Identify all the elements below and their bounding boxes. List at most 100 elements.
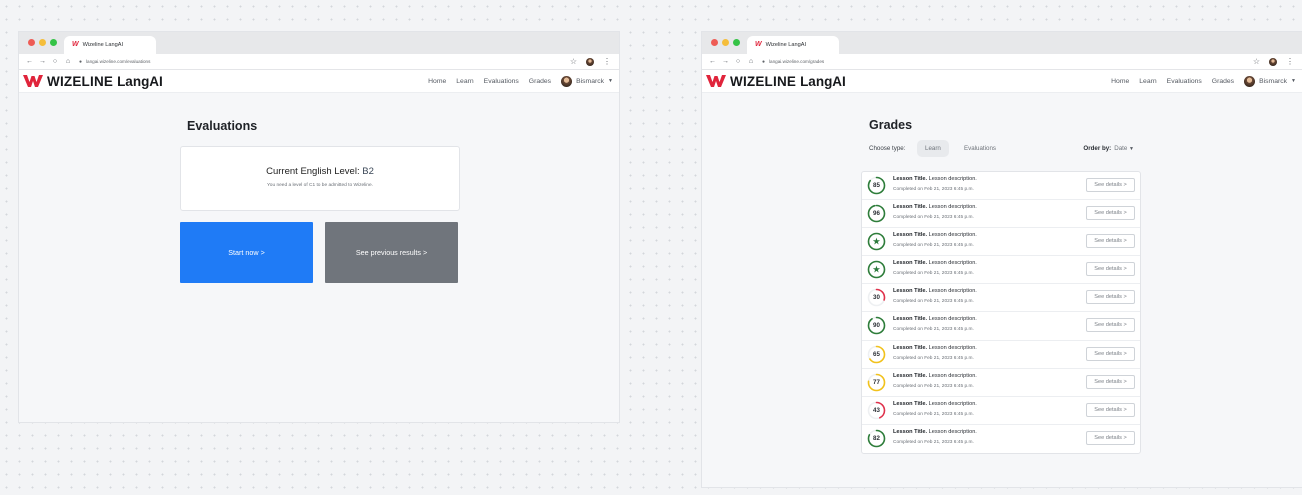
browser-tab[interactable]: W Wizeline LangAI <box>64 36 156 54</box>
see-details-button[interactable]: See details > <box>1086 178 1135 192</box>
start-now-button[interactable]: Start now > <box>180 222 313 283</box>
grade-row: 77 Lesson Title. Lesson description. Compl… <box>862 369 1140 397</box>
completed-date: Completed on Feb 21, 2023 6:45 p.m. <box>893 299 974 305</box>
chevron-down-icon: ▼ <box>1129 146 1134 152</box>
level-note: You need a level of C1 to be admitted to… <box>267 183 373 188</box>
nav-home[interactable]: Home <box>428 78 446 85</box>
window-controls <box>28 39 57 46</box>
grade-row: 65 Lesson Title. Lesson description. Compl… <box>862 341 1140 369</box>
user-menu[interactable]: Bismarck ▼ <box>1244 75 1296 87</box>
choose-type-label: Choose type: <box>869 145 906 152</box>
lesson-title: Lesson Title. <box>893 344 928 351</box>
lesson-title: Lesson Title. <box>893 288 928 295</box>
lesson-description: Lesson description. <box>928 400 977 407</box>
nav-evaluations[interactable]: Evaluations <box>484 78 519 85</box>
browser-profile-avatar[interactable] <box>1269 57 1277 66</box>
lesson-heading: Lesson Title. Lesson description. <box>893 204 977 210</box>
lesson-description: Lesson description. <box>928 288 977 295</box>
see-details-button[interactable]: See details > <box>1086 346 1135 361</box>
lesson-heading: Lesson Title. Lesson description. <box>893 232 977 238</box>
score-value: 30 <box>873 294 880 302</box>
type-filter-evaluations[interactable]: Evaluations <box>956 140 1004 157</box>
nav-learn[interactable]: Learn <box>456 78 473 85</box>
see-details-button[interactable]: See details > <box>1086 430 1135 445</box>
browser-tab[interactable]: W Wizeline LangAI <box>747 36 839 54</box>
home-icon[interactable]: ⌂ <box>748 58 754 65</box>
page-title: Evaluations <box>187 119 258 133</box>
reload-icon[interactable]: ○ <box>52 58 58 65</box>
address-bar: ← → ○ ⌂ ● langai.wizeline.com/evaluation… <box>19 54 619 70</box>
completed-date: Completed on Feb 21, 2023 6:45 p.m. <box>893 383 974 389</box>
maximize-window-button[interactable] <box>50 39 57 46</box>
reload-icon[interactable]: ○ <box>735 58 741 65</box>
nav-learn[interactable]: Learn <box>1139 78 1156 85</box>
brand-logo[interactable]: WIZELINE LangAI <box>705 73 846 89</box>
browser-menu-icon[interactable]: ⋮ <box>1286 57 1294 66</box>
nav-grades[interactable]: Grades <box>529 78 551 85</box>
forward-arrow-icon[interactable]: → <box>39 58 46 65</box>
wizeline-logo-icon <box>706 75 726 87</box>
order-by-dropdown[interactable]: Order by: Date ▼ <box>1083 145 1134 152</box>
score-value: 90 <box>873 322 880 330</box>
lesson-title: Lesson Title. <box>893 204 928 211</box>
lesson-title: Lesson Title. <box>893 260 928 267</box>
user-name: Bismarck <box>576 77 605 85</box>
completed-date: Completed on Feb 21, 2023 6:45 p.m. <box>893 187 974 192</box>
brand-name: WIZELINE LangAI <box>47 73 163 89</box>
completed-date: Completed on Feb 21, 2023 6:45 p.m. <box>893 327 974 333</box>
top-navigation: Home Learn Evaluations Grades Bismarck ▼ <box>1111 70 1296 92</box>
bookmark-star-icon[interactable]: ☆ <box>570 57 577 66</box>
see-details-button[interactable]: See details > <box>1086 290 1135 305</box>
lesson-title: Lesson Title. <box>893 428 928 435</box>
nav-grades[interactable]: Grades <box>1212 78 1234 85</box>
browser-menu-icon[interactable]: ⋮ <box>603 57 611 66</box>
wizeline-favicon-icon: W <box>755 41 762 48</box>
level-heading: Current English Level: B2 <box>181 166 459 177</box>
browser-window-evaluations: W Wizeline LangAI ← → ○ ⌂ ● langai.wizel… <box>19 32 619 422</box>
see-previous-results-button[interactable]: See previous results > <box>325 222 458 283</box>
user-menu[interactable]: Bismarck ▼ <box>561 75 613 87</box>
back-arrow-icon[interactable]: ← <box>709 58 716 65</box>
star-icon: ★ <box>872 265 881 275</box>
order-by-label: Order by: <box>1083 145 1112 152</box>
minimize-window-button[interactable] <box>722 39 729 46</box>
brand-name: WIZELINE LangAI <box>730 73 846 89</box>
url-field[interactable]: ● langai.wizeline.com/evaluations <box>79 57 150 67</box>
lesson-description: Lesson description. <box>928 372 977 379</box>
see-details-button[interactable]: See details > <box>1086 234 1135 249</box>
close-window-button[interactable] <box>711 39 718 46</box>
close-window-button[interactable] <box>28 39 35 46</box>
nav-home[interactable]: Home <box>1111 78 1129 85</box>
level-value: B2 <box>362 166 374 177</box>
back-arrow-icon[interactable]: ← <box>26 58 33 65</box>
maximize-window-button[interactable] <box>733 39 740 46</box>
nav-evaluations[interactable]: Evaluations <box>1167 78 1202 85</box>
bookmark-star-icon[interactable]: ☆ <box>1253 57 1260 66</box>
see-details-button[interactable]: See details > <box>1086 318 1135 333</box>
forward-arrow-icon[interactable]: → <box>722 58 729 65</box>
url-field[interactable]: ● langai.wizeline.com/grades <box>762 57 824 67</box>
lesson-description: Lesson description. <box>928 260 977 267</box>
lock-icon: ● <box>79 58 83 65</box>
see-details-button[interactable]: See details > <box>1086 402 1135 417</box>
url-text: langai.wizeline.com/evaluations <box>86 58 151 64</box>
lesson-title: Lesson Title. <box>893 400 928 407</box>
see-details-button[interactable]: See details > <box>1086 262 1135 277</box>
home-icon[interactable]: ⌂ <box>65 58 71 65</box>
minimize-window-button[interactable] <box>39 39 46 46</box>
lesson-heading: Lesson Title. Lesson description. <box>893 176 977 182</box>
address-bar: ← → ○ ⌂ ● langai.wizeline.com/grades ☆ ⋮ <box>702 54 1302 70</box>
wizeline-logo-icon <box>23 75 43 87</box>
lesson-heading: Lesson Title. Lesson description. <box>893 373 977 379</box>
type-filter-learn[interactable]: Learn <box>917 140 949 157</box>
see-details-button[interactable]: See details > <box>1086 374 1135 389</box>
lesson-heading: Lesson Title. Lesson description. <box>893 429 977 435</box>
english-level-card: Current English Level: B2 You need a lev… <box>180 146 460 211</box>
lesson-description: Lesson description. <box>928 344 977 351</box>
tab-title: Wizeline LangAI <box>82 42 124 48</box>
score-value: 82 <box>873 434 880 442</box>
lesson-heading: Lesson Title. Lesson description. <box>893 288 977 294</box>
see-details-button[interactable]: See details > <box>1086 206 1135 221</box>
brand-logo[interactable]: WIZELINE LangAI <box>22 73 163 89</box>
browser-profile-avatar[interactable] <box>586 57 594 66</box>
